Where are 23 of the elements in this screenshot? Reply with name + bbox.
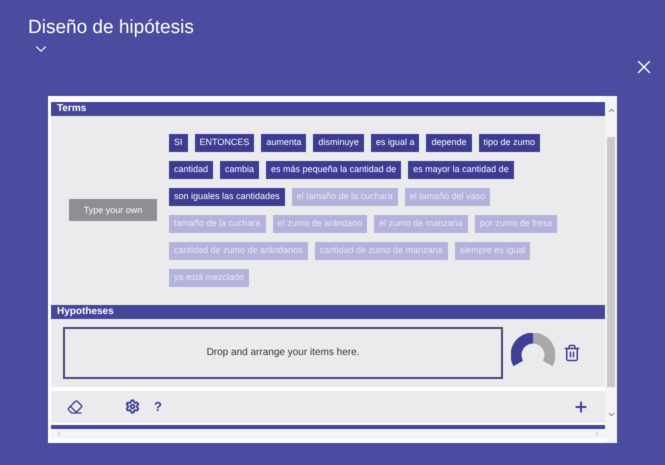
term-chip[interactable]: disminuye [313, 134, 364, 152]
term-chip[interactable]: tipo de zumo [478, 134, 540, 152]
term-chip[interactable]: es mayor la cantidad de [408, 160, 514, 179]
window-title: Diseño de hipótesis [28, 16, 195, 40]
add-icon[interactable] [573, 398, 589, 415]
term-chip[interactable]: es más pequeña la cantidad de [266, 160, 402, 179]
term-chip[interactable]: ENTONCES [194, 134, 254, 152]
drop-zone[interactable]: Drop and arrange your items here. [63, 326, 503, 379]
term-chip[interactable]: depende [426, 134, 472, 152]
term-chip[interactable]: cantidad [169, 160, 214, 179]
term-chip[interactable]: cambia [220, 160, 260, 179]
drop-zone-text: Drop and arrange your items here. [206, 346, 360, 360]
term-chip[interactable]: son iguales las cantidades [169, 188, 285, 206]
hypotheses-header: Hypotheses [51, 304, 605, 319]
term-chip[interactable]: es igual a [370, 134, 420, 152]
term-chip[interactable]: SI [169, 134, 188, 152]
vertical-scrollbar[interactable] [605, 96, 617, 443]
term-chip[interactable]: aumenta [261, 134, 306, 152]
trash-icon[interactable] [563, 344, 581, 362]
terms-header: Terms [51, 102, 605, 116]
eraser-icon[interactable] [67, 398, 83, 415]
settings-icon[interactable] [125, 399, 140, 414]
help-button[interactable]: ? [154, 397, 162, 416]
